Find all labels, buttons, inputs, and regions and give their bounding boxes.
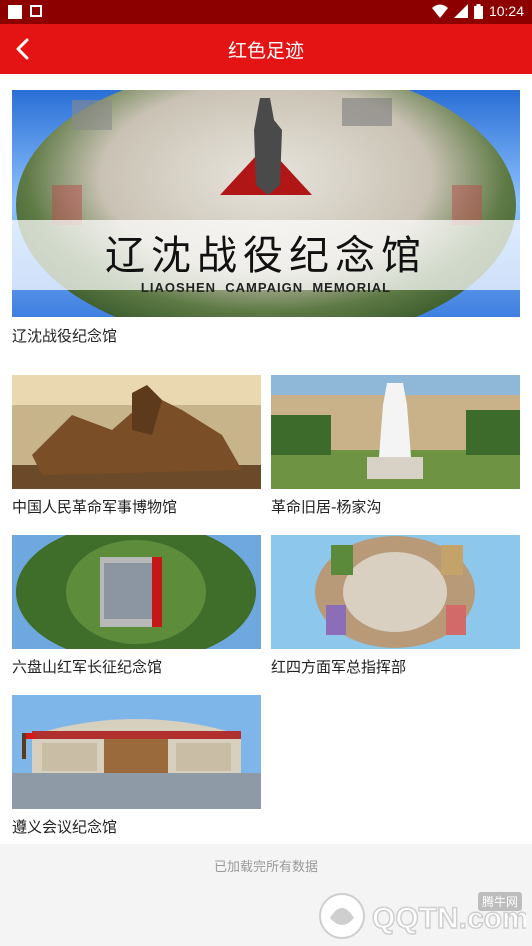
cell-signal-icon — [453, 4, 468, 18]
notification-square-icon — [8, 5, 22, 19]
featured-memorial-image: 辽沈战役纪念馆 LIAOSHEN CAMPAIGN MEMORIAL — [12, 90, 520, 317]
qqtn-watermark-logo: QQTN.com 腾牛网 — [316, 888, 529, 942]
wifi-icon — [431, 4, 448, 18]
memorial-image — [271, 375, 520, 489]
status-bar: 10:24 — [0, 0, 532, 24]
battery-icon — [473, 3, 483, 19]
memorial-caption: 红四方面军总指挥部 — [271, 658, 407, 676]
memorial-card[interactable]: 中国人民革命军事博物馆 — [12, 375, 261, 520]
banner-title-en: LIAOSHEN CAMPAIGN MEMORIAL — [140, 280, 392, 295]
banner-title-cn: 辽沈战役纪念馆 — [105, 233, 427, 279]
featured-memorial-caption: 辽沈战役纪念馆 — [12, 327, 118, 345]
notification-a-icon — [30, 5, 42, 17]
memorial-caption: 六盘山红军长征纪念馆 — [12, 658, 163, 676]
status-right: 10:24 — [431, 3, 524, 19]
memorial-card[interactable]: 六盘山红军长征纪念馆 — [12, 535, 261, 680]
list-footer: 已加载完所有数据 QQTN.com 腾牛网 — [0, 844, 532, 946]
load-complete-message: 已加载完所有数据 — [213, 860, 318, 875]
memorial-caption: 中国人民革命军事博物馆 — [12, 498, 178, 516]
memorial-image — [271, 535, 520, 649]
notification-icons — [8, 5, 42, 19]
page-title: 红色足迹 — [227, 40, 304, 62]
memorial-card[interactable]: 红四方面军总指挥部 — [271, 535, 520, 680]
memorial-image — [12, 695, 261, 809]
memorial-card[interactable]: 革命旧居-杨家沟 — [271, 375, 520, 520]
memorial-caption: 革命旧居-杨家沟 — [271, 498, 382, 516]
memorial-image — [12, 535, 261, 649]
app-bar: 红色足迹 — [0, 24, 532, 74]
memorial-image — [12, 375, 261, 489]
featured-memorial-card[interactable]: 辽沈战役纪念馆 LIAOSHEN CAMPAIGN MEMORIAL 辽沈战役纪… — [12, 90, 520, 350]
memorial-caption: 遵义会议纪念馆 — [12, 818, 118, 836]
watermark-tag: 腾牛网 — [477, 892, 522, 911]
status-time: 10:24 — [488, 3, 524, 19]
memorial-list: 辽沈战役纪念馆 LIAOSHEN CAMPAIGN MEMORIAL 辽沈战役纪… — [0, 74, 532, 844]
memorial-card[interactable]: 遵义会议纪念馆 — [12, 695, 261, 840]
